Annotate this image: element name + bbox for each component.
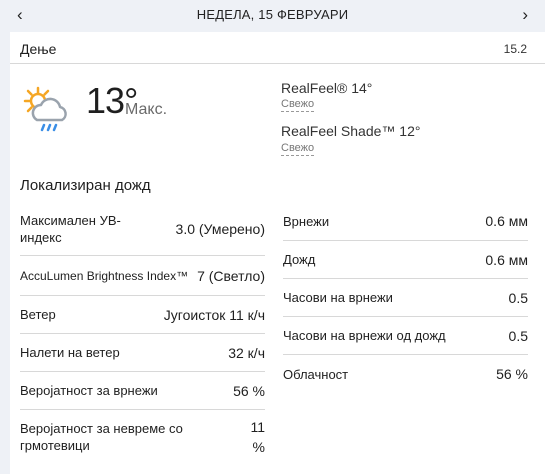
detail-key: Врнежи (283, 213, 330, 229)
realfeel-shade-phrase[interactable]: Свежо (281, 142, 315, 156)
detail-row: Облачност 56 % (283, 355, 528, 393)
realfeel-shade-value: RealFeel Shade™ 12° (281, 123, 421, 139)
detail-value: 56 % (233, 382, 265, 399)
detail-row: Ветер Југоисток 11 к/ч (20, 296, 265, 334)
weather-phrase: Локализиран дожд (20, 177, 151, 194)
detail-row: Веројатност за невреме со грмотевици 11 … (20, 410, 265, 464)
detail-key: AccuLumen Brightness Index™ (20, 268, 189, 283)
detail-row: Налети на ветер 32 к/ч (20, 334, 265, 372)
detail-key: Облачност (283, 366, 349, 382)
detail-key: Часови на врнежи (283, 290, 393, 305)
max-temperature-label: Макс. (125, 101, 168, 118)
detail-row: Максимален УВ-индекс 3.0 (Умерено) (20, 202, 265, 256)
details-right-column: Врнежи 0.6 мм Дожд 0.6 мм Часови на врне… (283, 202, 528, 393)
detail-row: AccuLumen Brightness Index™ 7 (Светло) (20, 256, 265, 296)
detail-key: Ветер (20, 307, 56, 322)
day-label: Дење (20, 41, 57, 57)
detail-key: Дожд (283, 252, 316, 267)
detail-row: Дожд 0.6 мм (283, 241, 528, 279)
detail-value: 0.5 (508, 289, 528, 306)
detail-value: 7 (Светло) (197, 267, 265, 284)
details-left-column: Максимален УВ-индекс 3.0 (Умерено) AccuL… (20, 202, 265, 464)
chevron-right-icon[interactable]: › (522, 5, 528, 25)
detail-value: 11 % (250, 419, 265, 455)
detail-row: Веројатност за врнежи 56 % (20, 372, 265, 410)
detail-value: 0.5 (508, 327, 528, 344)
detail-row: Часови на врнежи од дожд 0.5 (283, 317, 528, 355)
detail-value: 3.0 (Умерено) (175, 220, 265, 237)
detail-key: Веројатност за невреме со грмотевици (20, 421, 183, 453)
day-header: Дење 15.2 (10, 32, 545, 64)
realfeel-value: RealFeel® 14° (281, 80, 373, 96)
detail-value: 56 % (496, 366, 528, 382)
detail-key: Веројатност за врнежи (20, 383, 158, 398)
detail-key: Налети на ветер (20, 345, 120, 360)
detail-value: 32 к/ч (228, 344, 265, 361)
date-navigation: ‹ НЕДЕЛА, 15 ФЕВРУАРИ › (0, 0, 545, 31)
detail-value: Југоисток 11 к/ч (163, 306, 265, 323)
partly-sunny-rain-icon (23, 86, 67, 132)
detail-row: Часови на врнежи 0.5 (283, 279, 528, 317)
detail-key: Часови на врнежи од дожд (283, 328, 446, 343)
detail-row: Врнежи 0.6 мм (283, 202, 528, 241)
realfeel-phrase[interactable]: Свежо (281, 98, 315, 112)
date-label: НЕДЕЛА, 15 ФЕВРУАРИ (196, 7, 349, 22)
day-number: 15.2 (503, 42, 527, 56)
day-forecast-card: Дење 15.2 13° Макс. RealFeel® 14° Свежо … (10, 32, 545, 474)
detail-key: Максимален УВ-индекс (20, 212, 121, 245)
detail-value: 0.6 мм (485, 251, 528, 268)
detail-value: 0.6 мм (485, 213, 528, 229)
